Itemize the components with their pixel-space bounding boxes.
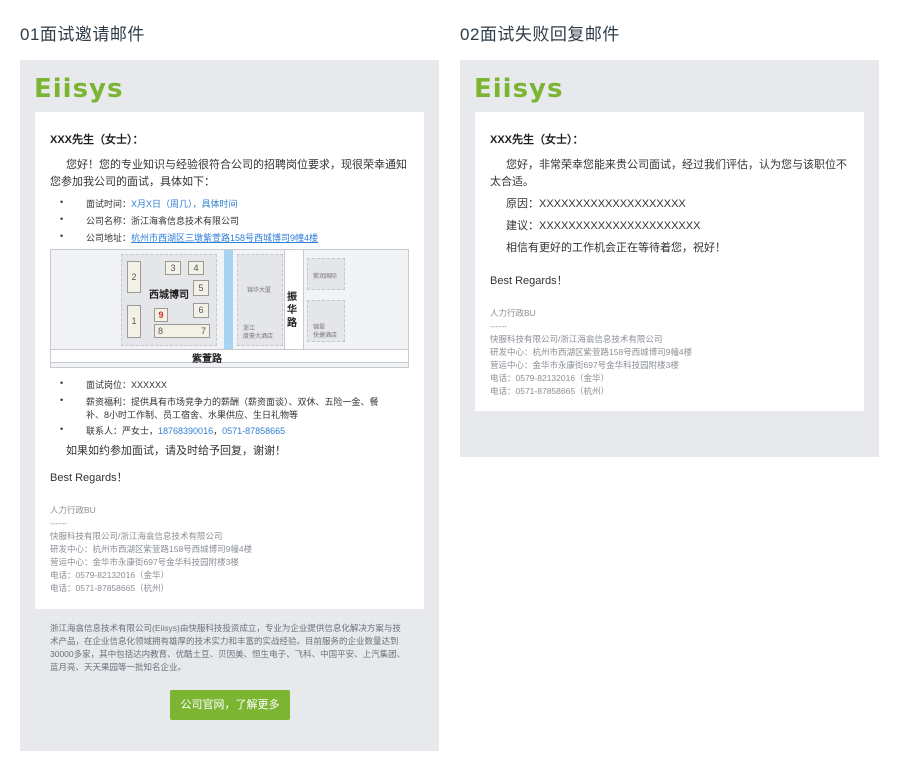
reject-reason: 原因：XXXXXXXXXXXXXXXXXXXX [506, 198, 686, 210]
location-map: 2 3 4 西城博司 5 6 7 8 1 9 锦华大厦 浙江 度豪大酒店 振 华… [50, 249, 409, 368]
map-river [224, 250, 233, 350]
interview-time-label: 面试时间： [86, 199, 132, 209]
reject-sig-tel1: 电话：0579-82132016（金华） [490, 373, 610, 383]
invite-closing: 如果如约参加面试，请及时给予回复，谢谢！ [66, 445, 286, 457]
reject-regards: Best Regards！ [490, 275, 568, 287]
reject-sig-company: 快服科技有限公司/浙江海翕信息技术有限公司 [490, 334, 663, 344]
map-place-hotel1: 锦华大厦 [247, 288, 272, 294]
eiisys-logo: Eiisys [34, 74, 124, 104]
contact-item: 联系人：严女士，18768390016，0571-87858665 [60, 424, 285, 437]
company-address-link[interactable]: 杭州市西湖区三墩紫萱路158号西城博司9幢4楼 [131, 233, 318, 243]
interview-position-item: 面试岗位：XXXXXX [60, 378, 167, 391]
invite-sig-tel1: 电话：0579-82132016（金华） [50, 570, 170, 580]
invite-intro-line2: 您参加我公司的面试，具体如下： [50, 176, 215, 188]
contact-phone-mobile[interactable]: 18768390016 [158, 426, 213, 436]
invite-sig-dept: 人力行政BU [50, 505, 96, 515]
invite-sig-ops: 营运中心：金华市永康街697号金华科技园附楼3楼 [50, 557, 239, 567]
company-intro-footer: 浙江海翕信息技术有限公司(Eiisys)由快服科技投资成立，专业为企业提供信息化… [50, 623, 406, 672]
reject-sig-ops: 营运中心：金华市永康街697号金华科技园附楼3楼 [490, 360, 679, 370]
reject-intro-line2: 太合适。 [490, 176, 534, 188]
reject-greeting: XXX先生（女士）： [490, 134, 584, 146]
reject-intro-line1: 您好，非常荣幸您能来贵公司面试，经过我们评估，认为您与该职位不 [506, 159, 847, 171]
map-place-ziyun: 紫润国际 [313, 274, 338, 280]
reject-sig-tel2: 电话：0571-87858665（杭州） [490, 386, 610, 396]
invite-sig-dash: ------ [50, 518, 67, 528]
map-room-9-target: 9 [154, 308, 168, 322]
reject-sig-dash: ------ [490, 321, 507, 331]
invite-sig-rd: 研发中心：杭州市西湖区紫萱路158号西城博司9幢4楼 [50, 544, 253, 554]
section-title-invite: 01面试邀请邮件 [20, 25, 145, 44]
map-road-h-label: 紫萱路 [192, 354, 222, 365]
benefits-item-line2: 补、8小时工作制、员工宿舍、水果供应、生日礼物等 [86, 410, 299, 420]
company-name-item: 公司名称：浙江海翕信息技术有限公司 [60, 214, 239, 227]
company-website-button[interactable]: 公司官网，了解更多 [170, 690, 290, 720]
map-room-4: 4 [188, 261, 204, 275]
reject-sig-dept: 人力行政BU [490, 308, 536, 318]
benefits-item-line1: 薪资福利：提供具有市场竞争力的薪酬（薪资面谈）、双休、五险一金、餐 [60, 395, 378, 408]
company-address-item: 公司地址：杭州市西湖区三墩紫萱路158号西城博司9幢4楼 [60, 231, 318, 244]
map-road-v-char3: 路 [287, 318, 297, 329]
map-road-horizontal [51, 349, 408, 363]
map-building-name: 西城博司 [149, 290, 189, 301]
invite-intro-line1: 您好！您的专业知识与经验很符合公司的招聘岗位要求，现很荣幸通知 [66, 159, 407, 171]
reject-wish: 相信有更好的工作机会正在等待着您，祝好！ [506, 242, 726, 254]
invite-sig-tel2: 电话：0571-87858665（杭州） [50, 583, 170, 593]
invite-greeting: XXX先生（女士）： [50, 134, 144, 146]
invite-regards: Best Regards！ [50, 472, 128, 484]
contact-phone-office[interactable]: 0571-87858665 [222, 426, 285, 436]
map-place-hotel2-line2: 度豪大酒店 [243, 334, 274, 340]
reject-advice: 建议：XXXXXXXXXXXXXXXXXXXXXX [506, 220, 701, 232]
reject-sig-rd: 研发中心：杭州市西湖区紫萱路158号西城博司9幢4楼 [490, 347, 693, 357]
map-room-1: 1 [127, 305, 141, 338]
contact-separator: ， [213, 426, 223, 436]
invite-sig-company: 快服科技有限公司/浙江海翕信息技术有限公司 [50, 531, 223, 541]
map-room-5: 5 [193, 280, 209, 296]
map-place-jincui-line2: 快捷酒店 [313, 333, 338, 339]
map-room-8: 8 [158, 326, 164, 336]
interview-time-value: X月X日（周几），具体时间 [131, 199, 238, 209]
map-room-3: 3 [165, 261, 181, 275]
map-room-6: 6 [193, 303, 209, 318]
company-address-label: 公司地址： [86, 233, 132, 243]
interview-time-item: 面试时间：X月X日（周几），具体时间 [60, 197, 238, 210]
contact-label: 联系人：严女士， [86, 426, 159, 436]
eiisys-logo-2: Eiisys [474, 74, 564, 104]
map-room-2: 2 [127, 261, 141, 293]
section-title-reject: 02面试失败回复邮件 [460, 25, 620, 44]
